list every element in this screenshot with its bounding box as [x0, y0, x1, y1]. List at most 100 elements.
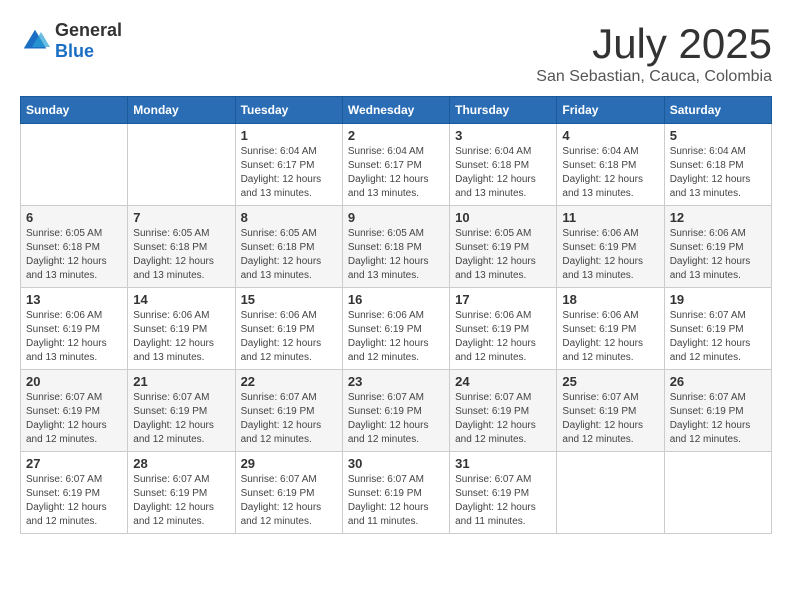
- calendar-cell: 1 Sunrise: 6:04 AM Sunset: 6:17 PM Daylig…: [235, 124, 342, 206]
- day-info: Sunrise: 6:07 AM Sunset: 6:19 PM Dayligh…: [26, 473, 122, 529]
- day-number: 25: [562, 374, 658, 389]
- weekday-row: SundayMondayTuesdayWednesdayThursdayFrid…: [21, 97, 772, 124]
- day-number: 20: [26, 374, 122, 389]
- day-info: Sunrise: 6:04 AM Sunset: 6:18 PM Dayligh…: [562, 145, 658, 201]
- day-number: 10: [455, 210, 551, 225]
- calendar-cell: 21 Sunrise: 6:07 AM Sunset: 6:19 PM Dayli…: [128, 370, 235, 452]
- day-number: 2: [348, 128, 444, 143]
- calendar-cell: [664, 452, 771, 534]
- day-info: Sunrise: 6:06 AM Sunset: 6:19 PM Dayligh…: [241, 309, 337, 365]
- day-number: 31: [455, 456, 551, 471]
- day-info: Sunrise: 6:06 AM Sunset: 6:19 PM Dayligh…: [562, 309, 658, 365]
- day-info: Sunrise: 6:07 AM Sunset: 6:19 PM Dayligh…: [348, 473, 444, 529]
- day-info: Sunrise: 6:05 AM Sunset: 6:19 PM Dayligh…: [455, 227, 551, 283]
- calendar-cell: 4 Sunrise: 6:04 AM Sunset: 6:18 PM Daylig…: [557, 124, 664, 206]
- day-info: Sunrise: 6:07 AM Sunset: 6:19 PM Dayligh…: [670, 309, 766, 365]
- day-number: 5: [670, 128, 766, 143]
- calendar-cell: 30 Sunrise: 6:07 AM Sunset: 6:19 PM Dayli…: [342, 452, 449, 534]
- calendar-week-row: 1 Sunrise: 6:04 AM Sunset: 6:17 PM Daylig…: [21, 124, 772, 206]
- calendar-cell: [21, 124, 128, 206]
- day-info: Sunrise: 6:05 AM Sunset: 6:18 PM Dayligh…: [133, 227, 229, 283]
- logo-icon: [20, 26, 50, 56]
- weekday-header: Monday: [128, 97, 235, 124]
- calendar-cell: 10 Sunrise: 6:05 AM Sunset: 6:19 PM Dayli…: [450, 206, 557, 288]
- day-info: Sunrise: 6:05 AM Sunset: 6:18 PM Dayligh…: [26, 227, 122, 283]
- day-number: 15: [241, 292, 337, 307]
- day-number: 18: [562, 292, 658, 307]
- day-number: 29: [241, 456, 337, 471]
- day-number: 9: [348, 210, 444, 225]
- calendar-cell: 2 Sunrise: 6:04 AM Sunset: 6:17 PM Daylig…: [342, 124, 449, 206]
- day-number: 26: [670, 374, 766, 389]
- calendar-cell: 24 Sunrise: 6:07 AM Sunset: 6:19 PM Dayli…: [450, 370, 557, 452]
- day-info: Sunrise: 6:06 AM Sunset: 6:19 PM Dayligh…: [562, 227, 658, 283]
- day-number: 21: [133, 374, 229, 389]
- calendar-cell: 16Sunrise: 6:06 AM Sunset: 6:19 PM Dayli…: [342, 288, 449, 370]
- weekday-header: Friday: [557, 97, 664, 124]
- day-number: 24: [455, 374, 551, 389]
- calendar-cell: 9Sunrise: 6:05 AM Sunset: 6:18 PM Daylig…: [342, 206, 449, 288]
- location-subtitle: San Sebastian, Cauca, Colombia: [536, 68, 772, 86]
- calendar-cell: 22Sunrise: 6:07 AM Sunset: 6:19 PM Dayli…: [235, 370, 342, 452]
- calendar-cell: 6 Sunrise: 6:05 AM Sunset: 6:18 PM Daylig…: [21, 206, 128, 288]
- calendar-cell: 8 Sunrise: 6:05 AM Sunset: 6:18 PM Daylig…: [235, 206, 342, 288]
- day-info: Sunrise: 6:07 AM Sunset: 6:19 PM Dayligh…: [133, 391, 229, 447]
- day-info: Sunrise: 6:05 AM Sunset: 6:18 PM Dayligh…: [241, 227, 337, 283]
- day-number: 7: [133, 210, 229, 225]
- day-number: 6: [26, 210, 122, 225]
- day-info: Sunrise: 6:04 AM Sunset: 6:17 PM Dayligh…: [348, 145, 444, 201]
- day-number: 22: [241, 374, 337, 389]
- logo-general: General: [55, 20, 122, 41]
- day-number: 28: [133, 456, 229, 471]
- logo-text: General Blue: [55, 20, 122, 62]
- calendar-cell: 28Sunrise: 6:07 AM Sunset: 6:19 PM Dayli…: [128, 452, 235, 534]
- weekday-header: Tuesday: [235, 97, 342, 124]
- day-info: Sunrise: 6:06 AM Sunset: 6:19 PM Dayligh…: [26, 309, 122, 365]
- calendar-cell: 27Sunrise: 6:07 AM Sunset: 6:19 PM Dayli…: [21, 452, 128, 534]
- day-info: Sunrise: 6:06 AM Sunset: 6:19 PM Dayligh…: [455, 309, 551, 365]
- day-number: 11: [562, 210, 658, 225]
- calendar-week-row: 6 Sunrise: 6:05 AM Sunset: 6:18 PM Daylig…: [21, 206, 772, 288]
- day-info: Sunrise: 6:06 AM Sunset: 6:19 PM Dayligh…: [348, 309, 444, 365]
- logo-blue: Blue: [55, 41, 122, 62]
- calendar-header: SundayMondayTuesdayWednesdayThursdayFrid…: [21, 97, 772, 124]
- day-number: 12: [670, 210, 766, 225]
- day-info: Sunrise: 6:07 AM Sunset: 6:19 PM Dayligh…: [348, 391, 444, 447]
- weekday-header: Sunday: [21, 97, 128, 124]
- calendar-cell: 18 Sunrise: 6:06 AM Sunset: 6:19 PM Dayli…: [557, 288, 664, 370]
- calendar-week-row: 27Sunrise: 6:07 AM Sunset: 6:19 PM Dayli…: [21, 452, 772, 534]
- calendar-cell: 5 Sunrise: 6:04 AM Sunset: 6:18 PM Daylig…: [664, 124, 771, 206]
- calendar-body: 1 Sunrise: 6:04 AM Sunset: 6:17 PM Daylig…: [21, 124, 772, 534]
- day-info: Sunrise: 6:06 AM Sunset: 6:19 PM Dayligh…: [133, 309, 229, 365]
- calendar-cell: 17 Sunrise: 6:06 AM Sunset: 6:19 PM Dayli…: [450, 288, 557, 370]
- day-info: Sunrise: 6:07 AM Sunset: 6:19 PM Dayligh…: [455, 391, 551, 447]
- calendar-table: SundayMondayTuesdayWednesdayThursdayFrid…: [20, 96, 772, 534]
- day-number: 1: [241, 128, 337, 143]
- day-number: 3: [455, 128, 551, 143]
- calendar-cell: 14Sunrise: 6:06 AM Sunset: 6:19 PM Dayli…: [128, 288, 235, 370]
- weekday-header: Wednesday: [342, 97, 449, 124]
- day-info: Sunrise: 6:04 AM Sunset: 6:18 PM Dayligh…: [455, 145, 551, 201]
- day-info: Sunrise: 6:04 AM Sunset: 6:18 PM Dayligh…: [670, 145, 766, 201]
- day-info: Sunrise: 6:07 AM Sunset: 6:19 PM Dayligh…: [26, 391, 122, 447]
- calendar-week-row: 20 Sunrise: 6:07 AM Sunset: 6:19 PM Dayli…: [21, 370, 772, 452]
- day-number: 30: [348, 456, 444, 471]
- month-title: July 2025: [536, 20, 772, 68]
- day-number: 8: [241, 210, 337, 225]
- day-number: 4: [562, 128, 658, 143]
- calendar-cell: 29Sunrise: 6:07 AM Sunset: 6:19 PM Dayli…: [235, 452, 342, 534]
- day-number: 17: [455, 292, 551, 307]
- calendar-cell: 25Sunrise: 6:07 AM Sunset: 6:19 PM Dayli…: [557, 370, 664, 452]
- calendar-cell: 26Sunrise: 6:07 AM Sunset: 6:19 PM Dayli…: [664, 370, 771, 452]
- calendar-cell: 20 Sunrise: 6:07 AM Sunset: 6:19 PM Dayli…: [21, 370, 128, 452]
- day-number: 13: [26, 292, 122, 307]
- page-header: General Blue July 2025 San Sebastian, Ca…: [20, 20, 772, 86]
- calendar-cell: [557, 452, 664, 534]
- calendar-cell: 7 Sunrise: 6:05 AM Sunset: 6:18 PM Daylig…: [128, 206, 235, 288]
- calendar-week-row: 13 Sunrise: 6:06 AM Sunset: 6:19 PM Dayli…: [21, 288, 772, 370]
- day-info: Sunrise: 6:07 AM Sunset: 6:19 PM Dayligh…: [455, 473, 551, 529]
- title-block: July 2025 San Sebastian, Cauca, Colombia: [536, 20, 772, 86]
- day-number: 23: [348, 374, 444, 389]
- calendar-cell: 12Sunrise: 6:06 AM Sunset: 6:19 PM Dayli…: [664, 206, 771, 288]
- day-info: Sunrise: 6:04 AM Sunset: 6:17 PM Dayligh…: [241, 145, 337, 201]
